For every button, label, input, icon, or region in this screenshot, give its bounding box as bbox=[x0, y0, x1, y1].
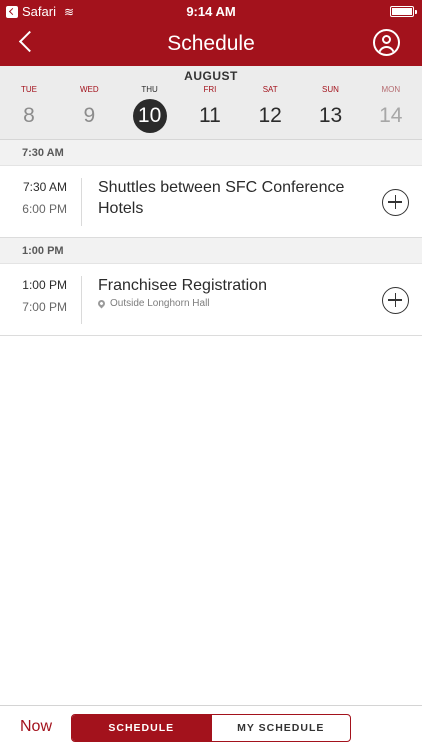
battery-icon bbox=[390, 6, 417, 17]
event-title: Shuttles between SFC Conference Hotels bbox=[98, 179, 345, 217]
time-divider bbox=[81, 178, 82, 226]
header-bar: Safari ≋ 9:14 AM Schedule bbox=[0, 0, 422, 66]
user-icon bbox=[382, 35, 391, 44]
day-number: 12 bbox=[258, 104, 282, 127]
event-location-label: Outside Longhorn Hall bbox=[110, 298, 210, 309]
event-start-time: 1:00 PM bbox=[22, 278, 67, 292]
day-of-week: WED bbox=[79, 85, 99, 94]
tab-schedule[interactable]: SCHEDULE bbox=[72, 715, 211, 741]
event-location: Outside Longhorn Hall bbox=[96, 298, 210, 309]
tab-my-schedule[interactable]: MY SCHEDULE bbox=[210, 715, 351, 741]
event-row[interactable]: 1:00 PM 7:00 PM Franchisee Registration Out… bbox=[0, 264, 422, 336]
day-number: 8 bbox=[23, 104, 35, 127]
profile-button[interactable] bbox=[373, 29, 400, 56]
week-strip: AUGUST TUE 8 WED 9 THU 10 FRI 11 SAT 12 SUN 13 MON 14 bbox=[0, 66, 422, 140]
event-title: Franchisee Registration bbox=[98, 277, 267, 294]
day-number: 9 bbox=[83, 104, 96, 127]
event-end-time: 7:00 PM bbox=[22, 300, 67, 314]
event-row[interactable]: 7:30 AM 6:00 PM Shuttles between SFC Confe… bbox=[0, 166, 422, 238]
day-number: 13 bbox=[318, 104, 343, 127]
day-13[interactable]: SUN 13 bbox=[301, 84, 361, 133]
day-12[interactable]: SAT 12 bbox=[240, 84, 300, 133]
day-of-week: SAT bbox=[262, 85, 278, 94]
day-number: 11 bbox=[198, 104, 221, 127]
section-header: 1:00 PM bbox=[0, 238, 422, 264]
day-of-week: THU bbox=[141, 85, 158, 94]
day-number: 10 bbox=[132, 99, 167, 133]
day-8[interactable]: TUE 8 bbox=[0, 84, 59, 133]
day-number: 14 bbox=[379, 104, 403, 127]
page-title: Schedule bbox=[167, 32, 255, 55]
bottom-bar: Now SCHEDULE MY SCHEDULE bbox=[0, 705, 422, 750]
status-time: 9:14 AM bbox=[186, 4, 236, 19]
day-11[interactable]: FRI 11 bbox=[180, 84, 240, 133]
now-button[interactable]: Now bbox=[20, 718, 52, 736]
schedule-segmented-control: SCHEDULE MY SCHEDULE bbox=[71, 714, 351, 742]
day-10[interactable]: THU 10 bbox=[120, 84, 180, 133]
status-bar: Safari ≋ 9:14 AM bbox=[0, 0, 422, 22]
add-to-schedule-button[interactable] bbox=[382, 188, 409, 216]
day-9[interactable]: WED 9 bbox=[59, 84, 119, 133]
time-divider bbox=[81, 276, 82, 324]
user-icon-body bbox=[378, 46, 395, 54]
event-times: 7:30 AM 6:00 PM bbox=[0, 180, 67, 216]
month-label: AUGUST bbox=[184, 69, 238, 83]
add-to-schedule-button[interactable] bbox=[382, 286, 409, 314]
section-header: 7:30 AM bbox=[0, 140, 422, 166]
day-of-week: SUN bbox=[322, 85, 339, 94]
event-end-time: 6:00 PM bbox=[22, 202, 67, 216]
event-times: 1:00 PM 7:00 PM bbox=[0, 278, 67, 314]
location-pin-icon bbox=[96, 298, 107, 309]
day-of-week: FRI bbox=[203, 85, 217, 94]
day-of-week: MON bbox=[381, 85, 401, 94]
event-start-time: 7:30 AM bbox=[22, 180, 67, 194]
day-of-week: TUE bbox=[21, 85, 37, 94]
day-14[interactable]: MON 14 bbox=[361, 84, 421, 133]
